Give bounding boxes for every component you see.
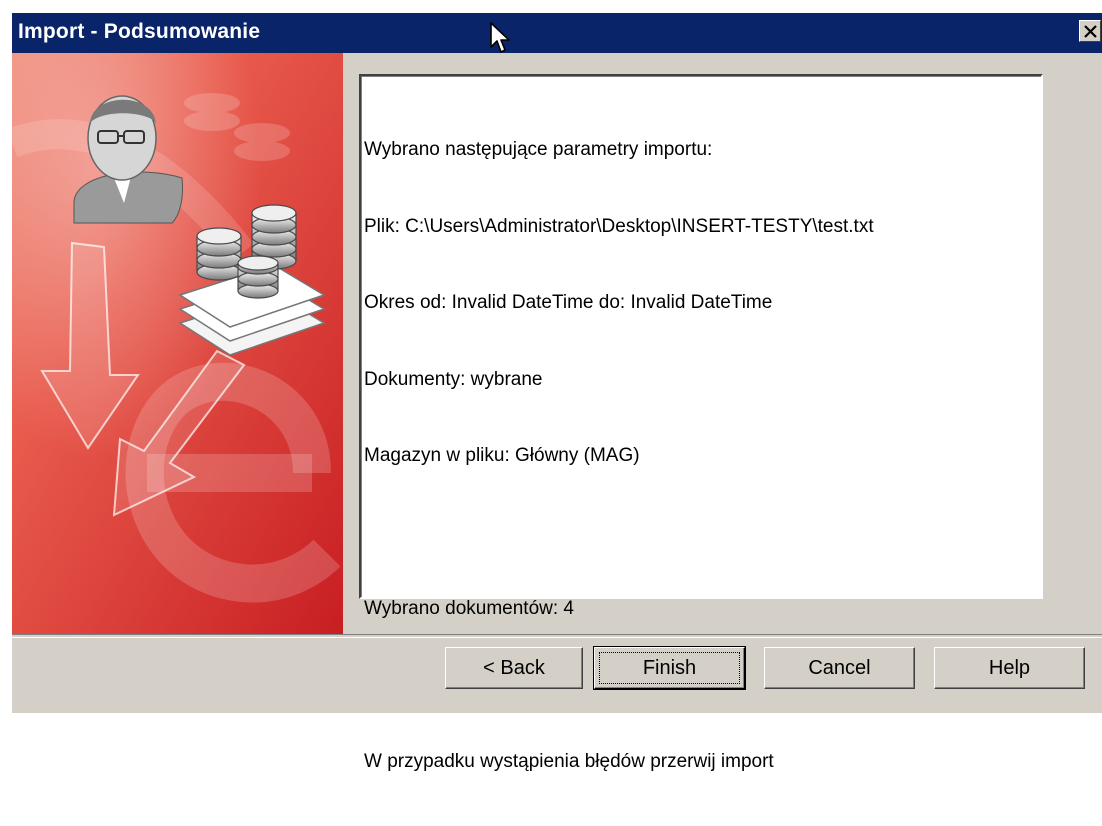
- summary-line: [364, 520, 874, 546]
- summary-line: Okres od: Invalid DateTime do: Invalid D…: [364, 292, 773, 313]
- summary-lines: Wybrano następujące parametry importu: P…: [364, 86, 874, 826]
- mouse-cursor-icon: [490, 22, 512, 61]
- summary-line: Plik: C:\Users\Administrator\Desktop\INS…: [364, 215, 874, 237]
- wizard-side-image: [12, 53, 343, 634]
- import-summary-dialog: Import - Podsumowanie Wybrano następując…: [12, 13, 1102, 772]
- summary-line: Dokumenty: wybrane: [364, 368, 543, 390]
- title-bar[interactable]: Import - Podsumowanie: [12, 13, 1102, 53]
- button-separator: [12, 634, 1102, 638]
- window-title: Import - Podsumowanie: [18, 20, 261, 43]
- help-button[interactable]: Help: [934, 647, 1085, 689]
- close-icon: [1084, 25, 1097, 38]
- summary-text-box[interactable]: Wybrano następujące parametry importu: P…: [359, 74, 1043, 772]
- back-button[interactable]: < Back: [445, 647, 583, 689]
- summary-line: Wybrano następujące parametry importu:: [364, 139, 713, 160]
- finish-button[interactable]: Finish: [593, 646, 746, 690]
- close-button[interactable]: [1079, 20, 1101, 42]
- summary-line: Wybrano dokumentów: 4: [364, 598, 574, 619]
- cancel-button[interactable]: Cancel: [764, 647, 915, 689]
- summary-line: W przypadku wystąpienia błędów przerwij …: [364, 751, 774, 772]
- summary-line: Magazyn w pliku: Główny (MAG): [364, 445, 640, 466]
